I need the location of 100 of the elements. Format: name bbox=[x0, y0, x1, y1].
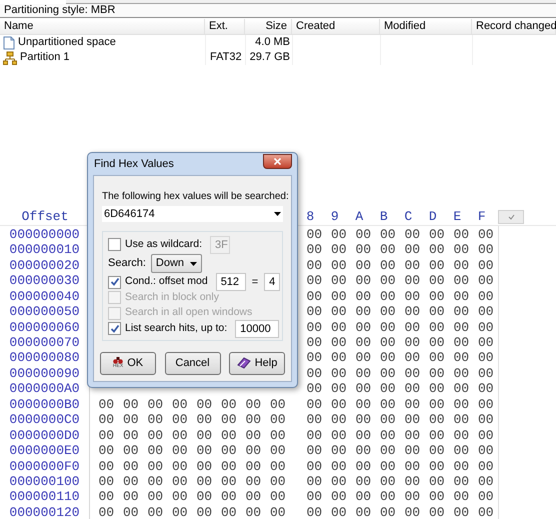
hex-byte: 00 bbox=[244, 411, 262, 430]
hex-byte: 00 bbox=[354, 226, 372, 244]
hex-byte: 00 bbox=[330, 380, 348, 398]
column-header[interactable]: Record changed bbox=[472, 19, 556, 34]
hex-byte: 00 bbox=[476, 504, 495, 519]
offset-value: 000000010 bbox=[8, 241, 81, 260]
table-cell: FAT32 bbox=[205, 50, 245, 65]
hex-byte: 00 bbox=[476, 303, 495, 322]
hex-byte: 00 bbox=[403, 226, 422, 244]
hex-byte: 00 bbox=[97, 426, 116, 445]
hex-byte: 00 bbox=[305, 226, 324, 244]
hex-byte: 00 bbox=[220, 488, 238, 506]
hex-byte: 00 bbox=[378, 226, 397, 244]
hex-byte: 00 bbox=[476, 318, 495, 337]
column-header[interactable]: Modified bbox=[380, 19, 472, 34]
hex-byte: 00 bbox=[305, 380, 324, 398]
hex-byte: 00 bbox=[476, 488, 495, 506]
hex-byte: 00 bbox=[428, 488, 446, 506]
hex-byte: 00 bbox=[354, 488, 372, 506]
input-field[interactable]: 10000 bbox=[235, 320, 280, 338]
hex-byte: 00 bbox=[403, 396, 422, 414]
hex-byte: 00 bbox=[403, 334, 422, 352]
hex-byte: 00 bbox=[122, 504, 140, 519]
offset-value: 000000070 bbox=[8, 334, 81, 352]
hex-byte: 00 bbox=[244, 488, 262, 506]
hex-byte: 00 bbox=[378, 426, 397, 445]
offset-value: 000000120 bbox=[8, 504, 81, 519]
input-field[interactable]: 4 bbox=[264, 273, 280, 292]
hex-byte: 00 bbox=[378, 488, 397, 506]
hex-byte: 00 bbox=[428, 272, 446, 290]
hex-byte: 00 bbox=[403, 380, 422, 398]
checkmark-tab[interactable] bbox=[498, 210, 524, 224]
hex-byte: 00 bbox=[97, 396, 116, 414]
hex-byte: 00 bbox=[330, 288, 348, 306]
hex-byte: 00 bbox=[403, 241, 422, 260]
direction-dropdown[interactable]: Down bbox=[150, 254, 202, 273]
hex-byte: 00 bbox=[378, 349, 397, 368]
offset-value: 000000060 bbox=[8, 318, 81, 337]
hex-byte: 00 bbox=[452, 256, 470, 275]
entry-name: Unpartitioned space bbox=[18, 35, 116, 50]
checkbox[interactable] bbox=[108, 276, 121, 289]
hex-byte: 00 bbox=[428, 380, 446, 398]
hex-byte: 00 bbox=[354, 303, 372, 322]
hex-byte: 00 bbox=[268, 426, 287, 445]
hex-byte: 00 bbox=[244, 396, 262, 414]
hex-byte: 00 bbox=[146, 396, 164, 414]
hex-byte: 00 bbox=[97, 442, 116, 460]
caret-icon bbox=[274, 212, 281, 216]
checkbox[interactable] bbox=[108, 322, 121, 336]
column-header[interactable]: Size bbox=[245, 19, 292, 34]
hex-byte: 00 bbox=[305, 303, 324, 322]
column-header: 8 bbox=[305, 208, 316, 226]
hex-byte: 00 bbox=[476, 256, 495, 275]
hex-byte: 00 bbox=[354, 288, 372, 306]
hex-byte: 00 bbox=[330, 256, 348, 275]
hex-byte: 00 bbox=[170, 442, 189, 460]
hex-byte: 00 bbox=[452, 380, 470, 398]
hex-byte: 00 bbox=[354, 256, 372, 275]
hex-byte: 00 bbox=[378, 411, 397, 430]
table-cell: 4.0 MB bbox=[245, 35, 292, 50]
offset-value: 000000020 bbox=[8, 256, 81, 275]
offset-value: 0000000D0 bbox=[8, 426, 81, 445]
hex-byte: 00 bbox=[403, 288, 422, 306]
hex-byte: 00 bbox=[476, 349, 495, 368]
hex-byte: 00 bbox=[195, 411, 214, 430]
hex-byte: 00 bbox=[378, 241, 397, 260]
hex-byte: 00 bbox=[428, 426, 446, 445]
prompt-text: The following hex values will be searched: bbox=[102, 190, 289, 204]
hex-byte: 00 bbox=[146, 411, 164, 430]
hex-byte: 00 bbox=[476, 426, 495, 445]
cancel-button[interactable]: Cancel bbox=[164, 352, 220, 374]
hex-byte: 00 bbox=[428, 303, 446, 322]
offset-value: 0000000E0 bbox=[8, 442, 81, 460]
hex-byte: 00 bbox=[403, 411, 422, 430]
hex-byte: 00 bbox=[97, 488, 116, 506]
column-header[interactable]: Ext. bbox=[205, 19, 245, 34]
hex-byte: 00 bbox=[403, 256, 422, 275]
hex-byte: 00 bbox=[220, 411, 238, 430]
hex-byte: 00 bbox=[403, 426, 422, 445]
hex-value-combobox[interactable]: 6D646174 bbox=[102, 206, 283, 222]
hex-byte: 00 bbox=[220, 426, 238, 445]
hex-byte: 00 bbox=[305, 256, 324, 275]
column-header[interactable]: Created bbox=[292, 19, 380, 34]
hex-byte: 00 bbox=[146, 426, 164, 445]
help-button[interactable]: Help bbox=[229, 352, 285, 374]
hex-byte: 00 bbox=[305, 442, 324, 460]
hex-byte: 00 bbox=[268, 396, 287, 414]
checkbox[interactable] bbox=[108, 238, 121, 252]
hex-byte: 00 bbox=[452, 288, 470, 306]
column-header: E bbox=[452, 208, 462, 226]
close-button[interactable] bbox=[263, 154, 292, 168]
hex-byte: 00 bbox=[122, 396, 140, 414]
offset-value: 000000050 bbox=[8, 303, 81, 322]
column-header[interactable]: Name bbox=[0, 19, 205, 34]
hex-byte: 00 bbox=[428, 334, 446, 352]
hex-byte: 00 bbox=[170, 488, 189, 506]
hex-byte: 00 bbox=[305, 504, 324, 519]
hex-byte: 00 bbox=[354, 411, 372, 430]
input-field[interactable]: 512 bbox=[216, 273, 246, 292]
hex-byte: 00 bbox=[354, 334, 372, 352]
